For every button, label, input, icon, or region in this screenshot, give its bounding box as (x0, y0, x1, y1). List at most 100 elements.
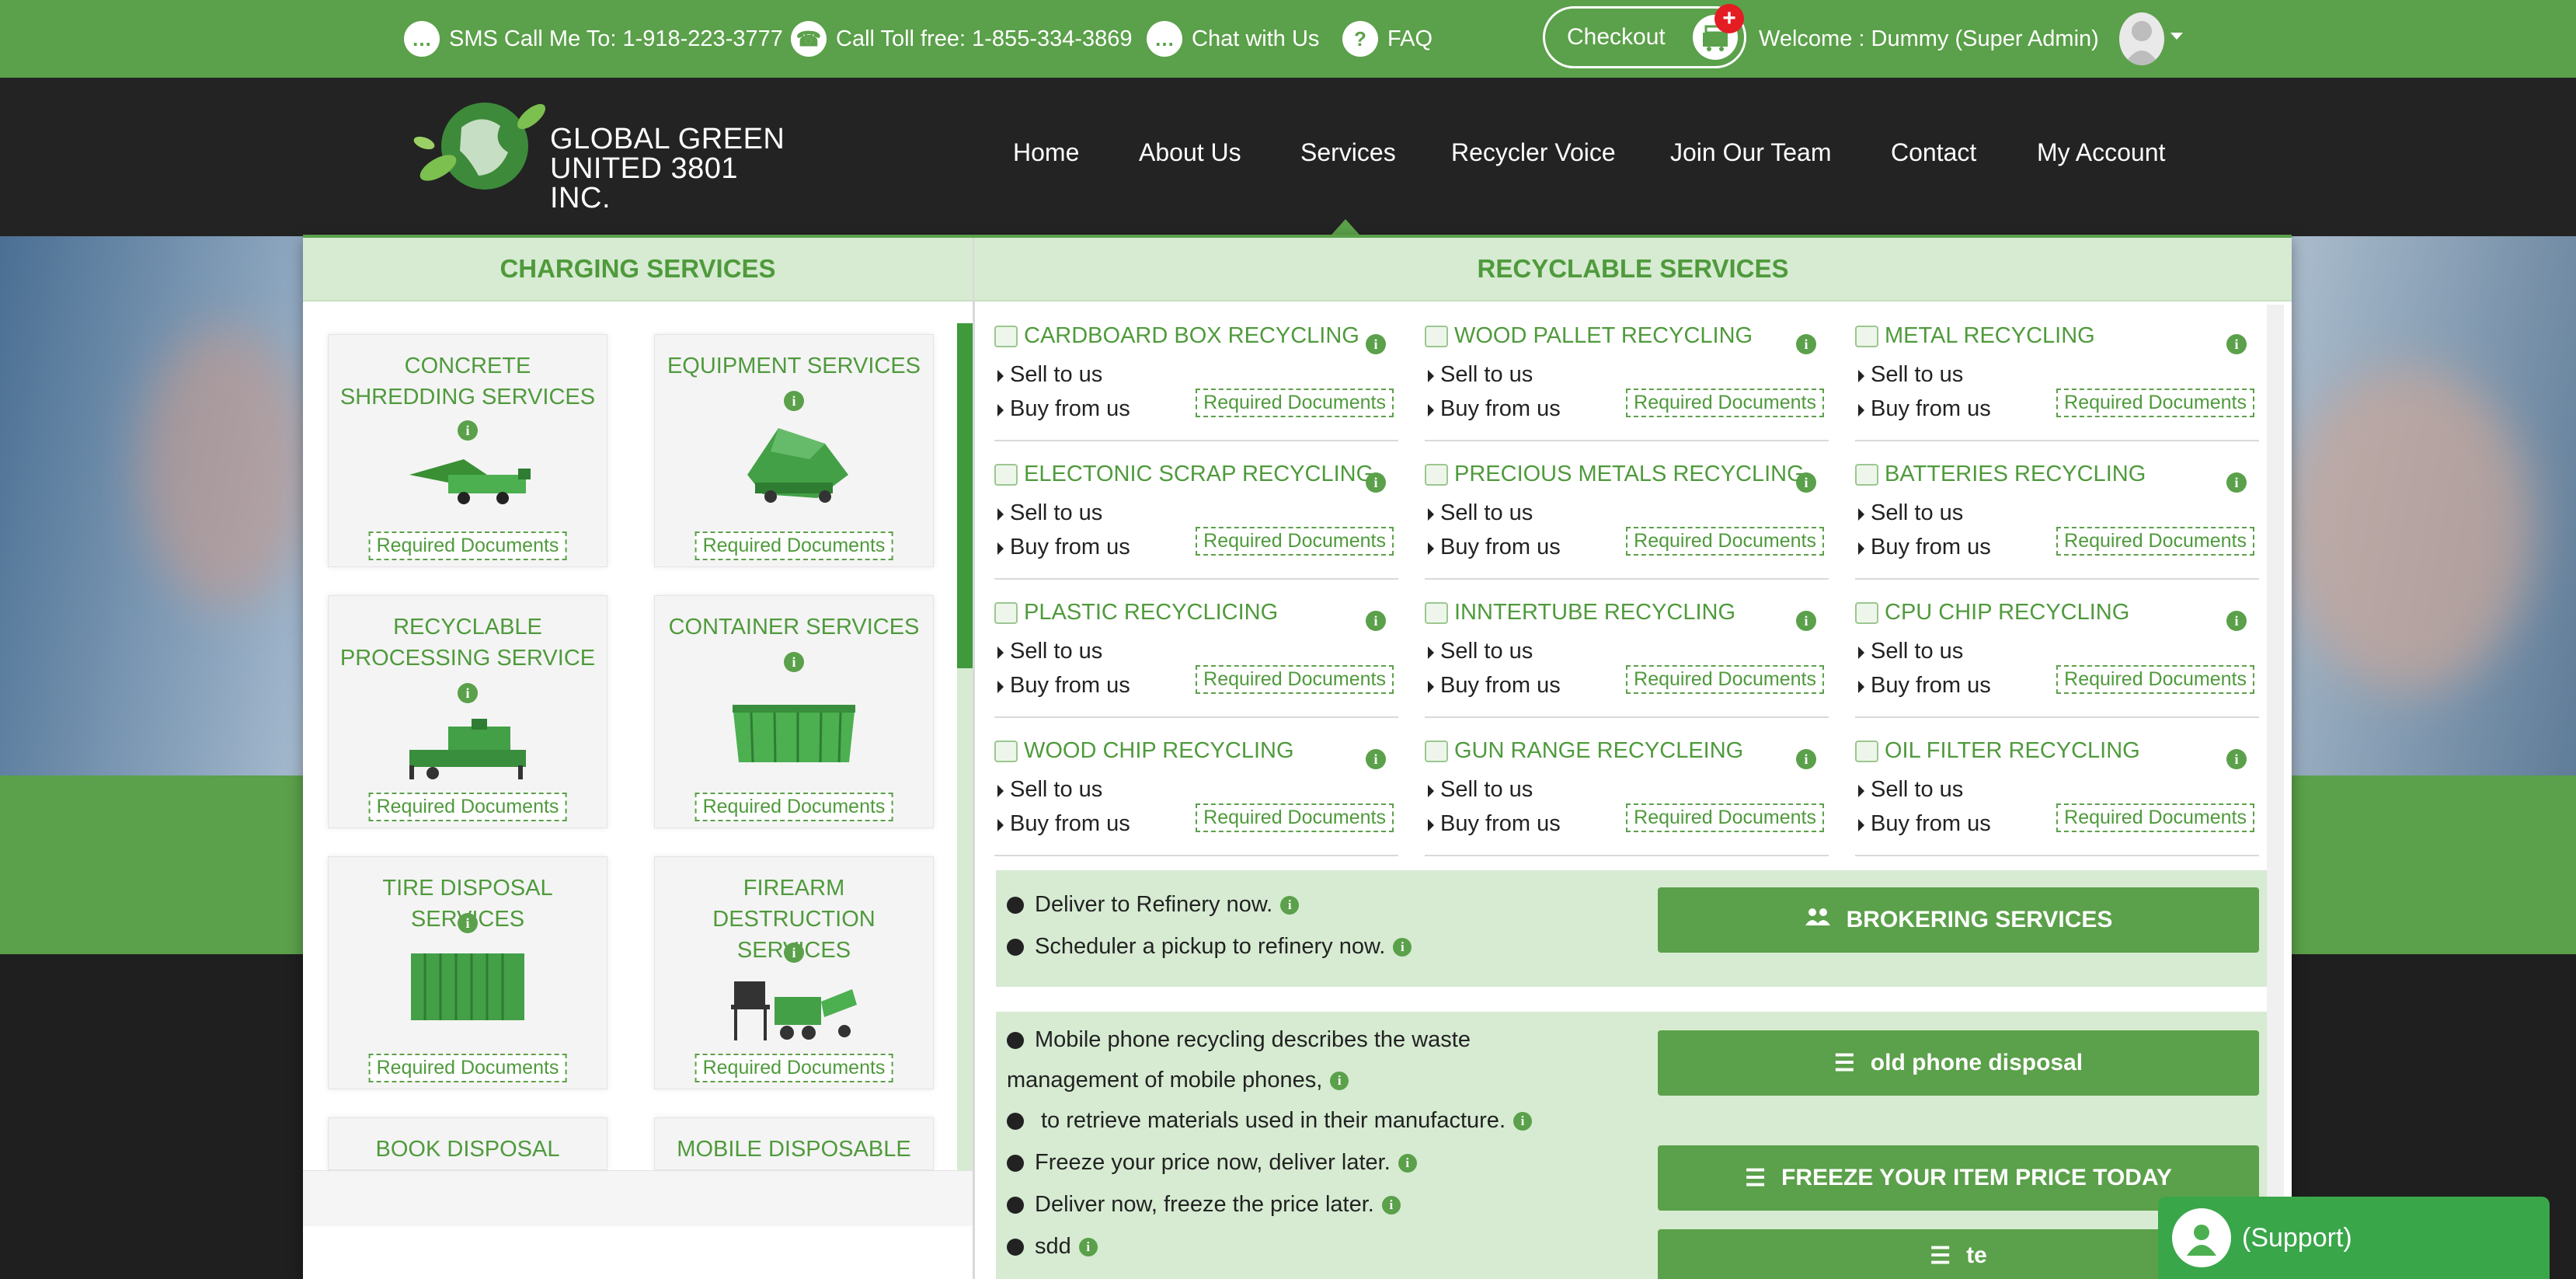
brokering-services-button[interactable]: BROKERING SERVICES (1658, 887, 2259, 953)
info-icon[interactable]: i (1330, 1071, 1349, 1090)
charging-card[interactable]: BOOK DISPOSAL (328, 1117, 607, 1170)
recyclable-scrollbar-track[interactable] (2267, 305, 2284, 1279)
recyclable-item-title[interactable]: PRECIOUS METALS RECYCLING (1425, 462, 1805, 487)
info-icon[interactable]: i (1796, 749, 1816, 769)
recyclable-item-title[interactable]: WOOD CHIP RECYCLING (994, 738, 1294, 764)
info-icon[interactable]: i (1398, 1153, 1417, 1173)
site-logo[interactable]: GLOBAL GREEN UNITED 3801 INC. (407, 96, 795, 213)
required-documents-link[interactable]: Required Documents (1196, 803, 1394, 832)
required-documents-link[interactable]: Required Documents (2056, 389, 2254, 417)
charging-card[interactable]: MOBILE DISPOSABLE (654, 1117, 934, 1170)
buy-from-us-link[interactable]: Buy from us (997, 673, 1130, 699)
info-icon[interactable]: i (784, 652, 804, 672)
recyclable-item-title[interactable]: OIL FILTER RECYCLING (1855, 738, 2140, 764)
buy-from-us-link[interactable]: Buy from us (1428, 535, 1561, 560)
recyclable-item-title[interactable]: WOOD PALLET RECYCLING (1425, 323, 1753, 349)
sell-to-us-link[interactable]: Sell to us (1427, 362, 1533, 388)
info-icon[interactable]: i (1393, 937, 1412, 957)
buy-from-us-link[interactable]: Buy from us (1858, 396, 1991, 422)
tollfree-link[interactable]: ☎ Call Toll free: 1-855-334-3869 (791, 19, 1133, 59)
info-icon[interactable]: i (458, 683, 478, 703)
required-documents-link[interactable]: Required Documents (694, 1054, 893, 1082)
info-icon[interactable]: i (1366, 749, 1386, 769)
recyclable-item-title[interactable]: PLASTIC RECYCLICING (994, 600, 1278, 626)
required-documents-link[interactable]: Required Documents (1626, 527, 1824, 556)
nav-contact[interactable]: Contact (1891, 138, 1976, 167)
info-icon[interactable]: i (1796, 611, 1816, 631)
recyclable-item-title[interactable]: METAL RECYCLING (1855, 323, 2095, 349)
info-icon[interactable]: i (1796, 472, 1816, 493)
sell-to-us-link[interactable]: Sell to us (1857, 500, 1963, 526)
buy-from-us-link[interactable]: Buy from us (1428, 673, 1561, 699)
required-documents-link[interactable]: Required Documents (2056, 803, 2254, 832)
sell-to-us-link[interactable]: Sell to us (997, 639, 1102, 664)
info-icon[interactable]: i (1796, 334, 1816, 354)
nav-join-our-team[interactable]: Join Our Team (1670, 138, 1832, 167)
buy-from-us-link[interactable]: Buy from us (1858, 811, 1991, 837)
info-icon[interactable]: i (784, 391, 804, 411)
sell-to-us-link[interactable]: Sell to us (1857, 362, 1963, 388)
required-documents-link[interactable]: Required Documents (694, 531, 893, 560)
recyclable-item-title[interactable]: GUN RANGE RECYCLEING (1425, 738, 1743, 764)
sell-to-us-link[interactable]: Sell to us (997, 362, 1102, 388)
info-icon[interactable]: i (784, 943, 804, 963)
info-icon[interactable]: i (458, 420, 478, 441)
required-documents-link[interactable]: Required Documents (1196, 389, 1394, 417)
sell-to-us-link[interactable]: Sell to us (1427, 500, 1533, 526)
required-documents-link[interactable]: Required Documents (368, 531, 567, 560)
buy-from-us-link[interactable]: Buy from us (997, 811, 1130, 837)
nav-recycler-voice[interactable]: Recycler Voice (1451, 138, 1616, 167)
info-icon[interactable]: i (458, 913, 478, 933)
sms-call-link[interactable]: … SMS Call Me To: 1-918-223-3777 (404, 19, 783, 59)
charging-scrollbar-thumb[interactable] (957, 323, 973, 668)
info-icon[interactable]: i (2226, 472, 2247, 493)
required-documents-link[interactable]: Required Documents (1626, 665, 1824, 694)
charging-card[interactable]: CONCRETE SHREDDING SERVICES i Required D… (328, 334, 607, 567)
info-icon[interactable]: i (1381, 1195, 1401, 1215)
user-dropdown-caret-icon[interactable] (2170, 33, 2183, 40)
faq-link[interactable]: ? FAQ (1342, 19, 1432, 59)
required-documents-link[interactable]: Required Documents (1196, 665, 1394, 694)
charging-card[interactable]: CONTAINER SERVICES i Required Documents (654, 595, 934, 828)
recyclable-item-title[interactable]: INNTERTUBE RECYCLING (1425, 600, 1735, 626)
required-documents-link[interactable]: Required Documents (2056, 665, 2254, 694)
buy-from-us-link[interactable]: Buy from us (997, 396, 1130, 422)
old-phone-disposal-button[interactable]: ☰ old phone disposal (1658, 1030, 2259, 1096)
recyclable-item-title[interactable]: BATTERIES RECYCLING (1855, 462, 2146, 487)
required-documents-link[interactable]: Required Documents (694, 793, 893, 821)
recyclable-item-title[interactable]: CPU CHIP RECYCLING (1855, 600, 2129, 626)
buy-from-us-link[interactable]: Buy from us (1858, 535, 1991, 560)
chat-link[interactable]: … Chat with Us (1147, 19, 1319, 59)
sell-to-us-link[interactable]: Sell to us (1427, 777, 1533, 803)
required-documents-link[interactable]: Required Documents (1196, 527, 1394, 556)
info-icon[interactable]: i (2226, 611, 2247, 631)
buy-from-us-link[interactable]: Buy from us (997, 535, 1130, 560)
sell-to-us-link[interactable]: Sell to us (1857, 777, 1963, 803)
charging-card[interactable]: RECYCLABLE PROCESSING SERVICE i Required… (328, 595, 607, 828)
sell-to-us-link[interactable]: Sell to us (997, 777, 1102, 803)
buy-from-us-link[interactable]: Buy from us (1858, 673, 1991, 699)
info-icon[interactable]: i (2226, 334, 2247, 354)
required-documents-link[interactable]: Required Documents (368, 793, 567, 821)
info-icon[interactable]: i (1280, 895, 1300, 915)
info-icon[interactable]: i (2226, 749, 2247, 769)
nav-about-us[interactable]: About Us (1139, 138, 1241, 167)
support-chat-button[interactable]: (Support) (2158, 1197, 2550, 1279)
info-icon[interactable]: i (1366, 334, 1386, 354)
info-icon[interactable]: i (1078, 1237, 1098, 1256)
required-documents-link[interactable]: Required Documents (1626, 803, 1824, 832)
sell-to-us-link[interactable]: Sell to us (997, 500, 1102, 526)
charging-card[interactable]: EQUIPMENT SERVICES i Required Documents (654, 334, 934, 567)
buy-from-us-link[interactable]: Buy from us (1428, 811, 1561, 837)
sell-to-us-link[interactable]: Sell to us (1857, 639, 1963, 664)
info-icon[interactable]: i (1513, 1111, 1532, 1131)
recyclable-item-title[interactable]: ELECTONIC SCRAP RECYCLING (994, 462, 1373, 487)
nav-services[interactable]: Services (1300, 138, 1396, 167)
nav-home[interactable]: Home (1013, 138, 1079, 167)
info-icon[interactable]: i (1366, 611, 1386, 631)
nav-my-account[interactable]: My Account (2037, 138, 2165, 167)
required-documents-link[interactable]: Required Documents (368, 1054, 567, 1082)
sell-to-us-link[interactable]: Sell to us (1427, 639, 1533, 664)
checkout-button[interactable]: Checkout + (1543, 4, 1746, 68)
charging-card[interactable]: TIRE DISPOSAL SERVICES i Required Docume… (328, 856, 607, 1089)
